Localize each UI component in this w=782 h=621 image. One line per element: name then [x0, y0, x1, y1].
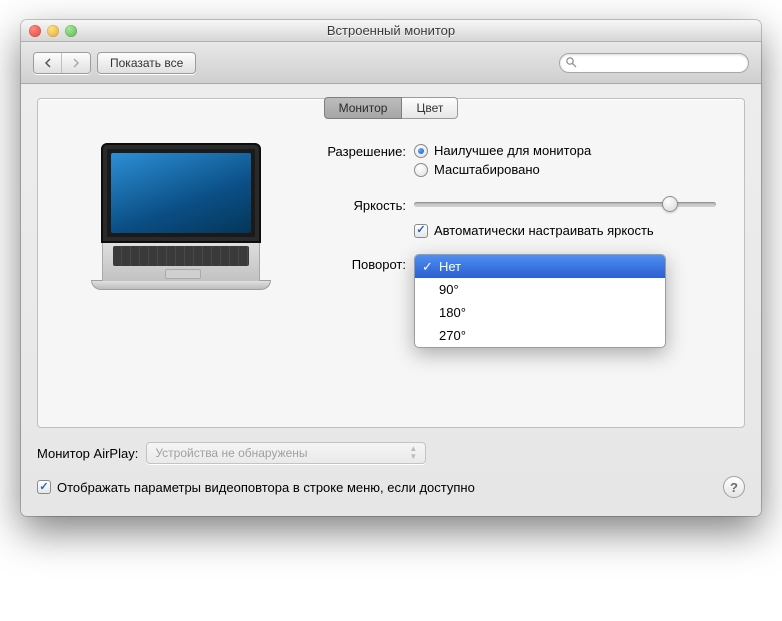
resolution-row: Разрешение: Наилучшее для монитора Масшт… — [304, 143, 716, 181]
rotation-option-180[interactable]: 180° — [415, 301, 665, 324]
window-title: Встроенный монитор — [21, 23, 761, 38]
airplay-value: Устройства не обнаружены — [155, 446, 307, 460]
help-icon: ? — [730, 480, 738, 495]
auto-brightness-checkbox[interactable]: Автоматически настраивать яркость — [414, 223, 716, 238]
preferences-window: Встроенный монитор Показать все Монитор … — [21, 20, 761, 516]
tab-bar: Монитор Цвет — [38, 97, 744, 119]
tab-color[interactable]: Цвет — [402, 97, 458, 119]
rotation-label: Поворот: — [304, 256, 414, 272]
content-area: Монитор Цвет Разрешение: — [21, 84, 761, 516]
airplay-row: Монитор AirPlay: Устройства не обнаружен… — [37, 442, 745, 464]
rotation-option-90[interactable]: 90° — [415, 278, 665, 301]
tab-monitor[interactable]: Монитор — [324, 97, 403, 119]
auto-brightness-label: Автоматически настраивать яркость — [434, 223, 654, 238]
inner-panel: Монитор Цвет Разрешение: — [37, 98, 745, 428]
rotation-popup: Нет 90° 180° 270° — [414, 254, 666, 348]
forward-button[interactable] — [62, 53, 90, 73]
checkbox-on-icon — [414, 224, 428, 238]
rotation-row: Поворот: Нет 90° 180° 270° — [304, 256, 716, 272]
checkbox-on-icon — [37, 480, 51, 494]
brightness-slider[interactable] — [414, 195, 716, 213]
search-input[interactable] — [559, 53, 749, 73]
airplay-label: Монитор AirPlay: — [37, 446, 138, 461]
resolution-scaled-radio[interactable]: Масштабировано — [414, 162, 716, 177]
close-window-button[interactable] — [29, 25, 41, 37]
show-all-button[interactable]: Показать все — [97, 52, 196, 74]
radio-on-icon — [414, 144, 428, 158]
radio-off-icon — [414, 163, 428, 177]
resolution-label: Разрешение: — [304, 143, 414, 159]
mirroring-row: Отображать параметры видеоповтора в стро… — [37, 476, 745, 498]
brightness-label: Яркость: — [304, 195, 414, 213]
slider-thumb-icon[interactable] — [662, 196, 678, 212]
select-arrows-icon: ▲▼ — [405, 445, 421, 461]
minimize-window-button[interactable] — [47, 25, 59, 37]
help-button[interactable]: ? — [723, 476, 745, 498]
toolbar: Показать все — [21, 42, 761, 84]
device-preview — [66, 143, 296, 290]
settings-column: Разрешение: Наилучшее для монитора Масшт… — [304, 143, 716, 290]
settings-body: Разрешение: Наилучшее для монитора Масшт… — [38, 119, 744, 310]
rotation-option-270[interactable]: 270° — [415, 324, 665, 347]
resolution-scaled-label: Масштабировано — [434, 162, 540, 177]
resolution-best-label: Наилучшее для монитора — [434, 143, 591, 158]
search-icon — [565, 56, 577, 71]
mirroring-checkbox[interactable]: Отображать параметры видеоповтора в стро… — [37, 480, 475, 495]
window-controls — [29, 25, 77, 37]
rotation-option-none[interactable]: Нет — [415, 255, 665, 278]
back-button[interactable] — [34, 53, 62, 73]
brightness-row: Яркость: Автоматически настраивать яркос… — [304, 195, 716, 238]
laptop-icon — [91, 143, 271, 290]
footer: Монитор AirPlay: Устройства не обнаружен… — [37, 442, 745, 498]
mirroring-label: Отображать параметры видеоповтора в стро… — [57, 480, 475, 495]
airplay-select: Устройства не обнаружены ▲▼ — [146, 442, 426, 464]
search-field-wrap — [559, 53, 749, 73]
resolution-best-radio[interactable]: Наилучшее для монитора — [414, 143, 716, 158]
zoom-window-button[interactable] — [65, 25, 77, 37]
titlebar: Встроенный монитор — [21, 20, 761, 42]
nav-segment — [33, 52, 91, 74]
